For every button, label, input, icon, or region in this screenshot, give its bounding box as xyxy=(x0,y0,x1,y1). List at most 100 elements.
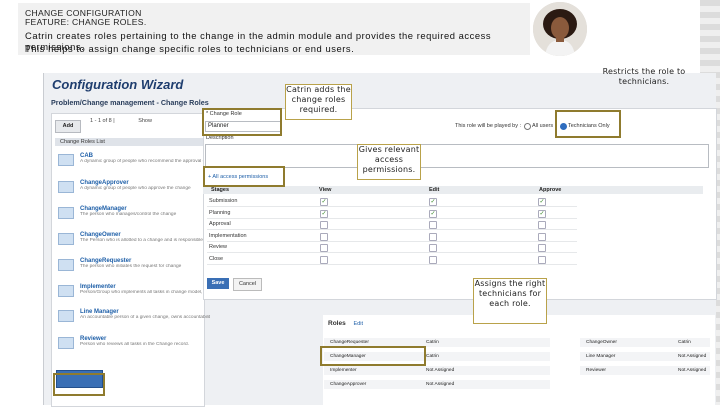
assigned-role-name: Line Manager xyxy=(586,354,616,359)
list-item[interactable]: ChangeRequester The person who initiates … xyxy=(80,258,210,269)
presenter-photo xyxy=(533,2,587,56)
stage-name: Approval xyxy=(209,221,231,227)
role-description: The person who initiates the request for… xyxy=(80,264,182,269)
edit-checkbox[interactable]: ✓ xyxy=(429,198,437,206)
role-icon xyxy=(58,233,74,245)
pager: 1 - 1 of 8 | Show xyxy=(90,118,152,124)
view-checkbox[interactable] xyxy=(320,244,328,252)
pager-text: 1 - 1 of 8 | xyxy=(90,118,115,124)
list-item[interactable]: CAB A dynamic group of people who recomme… xyxy=(80,153,210,164)
approve-checkbox[interactable]: ✓ xyxy=(538,198,546,206)
role-description: The Person who is allotted to a change a… xyxy=(80,238,203,243)
view-checkbox[interactable] xyxy=(320,232,328,241)
roles-list-header: Change Roles List xyxy=(55,138,205,146)
col-view: View xyxy=(319,187,332,193)
col-stages: Stages xyxy=(211,187,230,193)
role-icon xyxy=(58,207,74,219)
view-checkbox[interactable] xyxy=(320,221,328,229)
stage-name: Planning xyxy=(209,209,231,216)
assigned-user[interactable]: Not Assigned xyxy=(426,382,454,387)
table-row: Close xyxy=(207,254,577,265)
list-item[interactable]: Line Manager An accountable person of a g… xyxy=(80,309,210,320)
approve-checkbox[interactable] xyxy=(538,244,546,252)
roles-title-text: Roles xyxy=(328,320,346,327)
stage-name: Implementation xyxy=(209,232,247,239)
role-icon xyxy=(58,154,74,166)
col-approve: Approve xyxy=(539,187,562,193)
slide-header: CHANGE CONFIGURATION FEATURE: CHANGE ROL… xyxy=(18,3,530,55)
approve-checkbox[interactable] xyxy=(538,232,546,241)
assigned-user[interactable]: Catrin xyxy=(678,340,691,345)
header-description-2: This helps to assign change specific rol… xyxy=(25,43,355,54)
role-icon xyxy=(58,285,74,297)
highlight-change-manager xyxy=(320,346,426,366)
assigned-user[interactable]: Not Assigned xyxy=(426,368,454,373)
list-item[interactable]: Reviewer Person who reviews all tasks in … xyxy=(80,336,210,347)
edit-checkbox[interactable] xyxy=(429,221,437,229)
role-description: Person who reviews all tasks in the Chan… xyxy=(80,342,190,347)
role-icon xyxy=(58,337,74,349)
all-users-label: All users xyxy=(532,123,554,129)
assigned-role-name: Reviewer xyxy=(586,368,606,373)
list-item[interactable]: Implementer Person/Group who implements a… xyxy=(80,284,210,295)
role-icon xyxy=(58,259,74,271)
approve-checkbox[interactable]: ✓ xyxy=(538,209,546,218)
description-textarea[interactable] xyxy=(205,144,709,168)
show-label[interactable]: Show xyxy=(138,118,152,124)
list-item[interactable]: ChangeApprover A dynamic group of people … xyxy=(80,180,210,191)
edit-checkbox[interactable]: ✓ xyxy=(429,209,437,218)
played-by-label: This role will be played by : xyxy=(455,123,522,129)
assigned-role-name: ChangeRequester xyxy=(330,340,369,345)
all-users-radio[interactable] xyxy=(524,123,531,130)
add-button[interactable]: Add xyxy=(55,120,81,133)
stage-name: Close xyxy=(209,255,224,262)
edit-checkbox[interactable] xyxy=(429,255,437,264)
highlight-technicians-only xyxy=(555,110,621,138)
cancel-button[interactable]: Cancel xyxy=(233,278,262,291)
callout-restricts: Restricts the role to technicians. xyxy=(602,67,686,86)
table-row: Planning ✓ ✓ ✓ xyxy=(207,208,577,219)
view-checkbox[interactable]: ✓ xyxy=(320,198,328,206)
list-item[interactable]: ChangeOwner The Person who is allotted to… xyxy=(80,232,210,243)
callout-gives: Gives relevant access permissions. xyxy=(357,144,421,180)
edit-checkbox[interactable] xyxy=(429,232,437,241)
role-description: An accountable person of a given change,… xyxy=(80,315,210,320)
assigned-user[interactable]: Catrin xyxy=(426,340,439,345)
assigned-user[interactable]: Not Assigned xyxy=(678,354,706,359)
role-icon xyxy=(58,181,74,193)
view-checkbox[interactable]: ✓ xyxy=(320,209,328,218)
assigned-role-name: ChangeApprover xyxy=(330,382,367,387)
highlight-permissions xyxy=(203,166,285,187)
breadcrumb: Problem/Change management - Change Roles xyxy=(51,98,209,107)
header-line-2: FEATURE: CHANGE ROLES. xyxy=(25,17,147,27)
role-icon xyxy=(58,310,74,322)
col-edit: Edit xyxy=(429,187,440,193)
role-description: The person who manages/control the chang… xyxy=(80,212,177,217)
assigned-user[interactable]: Not Assigned xyxy=(678,368,706,373)
approve-checkbox[interactable] xyxy=(538,255,546,264)
role-description: A dynamic group of people who recommend … xyxy=(80,159,210,164)
callout-adds: Catrin adds the change roles required. xyxy=(285,84,352,120)
assigned-role-name: Implementer xyxy=(330,368,357,373)
table-row: Review xyxy=(207,242,577,253)
stages-header: Stages View Edit Approve xyxy=(203,186,703,194)
table-row: Submission ✓ ✓ ✓ xyxy=(207,196,577,207)
edit-checkbox[interactable] xyxy=(429,244,437,252)
role-description: Person/Group who implements all tasks in… xyxy=(80,290,210,295)
assigned-role-name: ChangeOwner xyxy=(586,340,617,345)
view-checkbox[interactable] xyxy=(320,255,328,264)
stage-name: Review xyxy=(209,244,228,250)
highlight-footer-button xyxy=(53,373,105,396)
table-row: Approval xyxy=(207,219,577,230)
roles-edit-link[interactable]: Edit xyxy=(354,321,363,327)
callout-assigns: Assigns the right technicians for each r… xyxy=(473,278,547,324)
role-description: A dynamic group of people who approve th… xyxy=(80,186,191,191)
table-row: Implementation xyxy=(207,231,577,242)
highlight-change-role xyxy=(202,108,282,136)
assigned-user[interactable]: Catrin xyxy=(426,354,439,359)
approve-checkbox[interactable] xyxy=(538,221,546,229)
stage-name: Submission xyxy=(209,198,238,204)
save-button[interactable]: Save xyxy=(207,278,229,289)
roles-title: Roles Edit xyxy=(328,320,363,327)
list-item[interactable]: ChangeManager The person who manages/cont… xyxy=(80,206,210,217)
